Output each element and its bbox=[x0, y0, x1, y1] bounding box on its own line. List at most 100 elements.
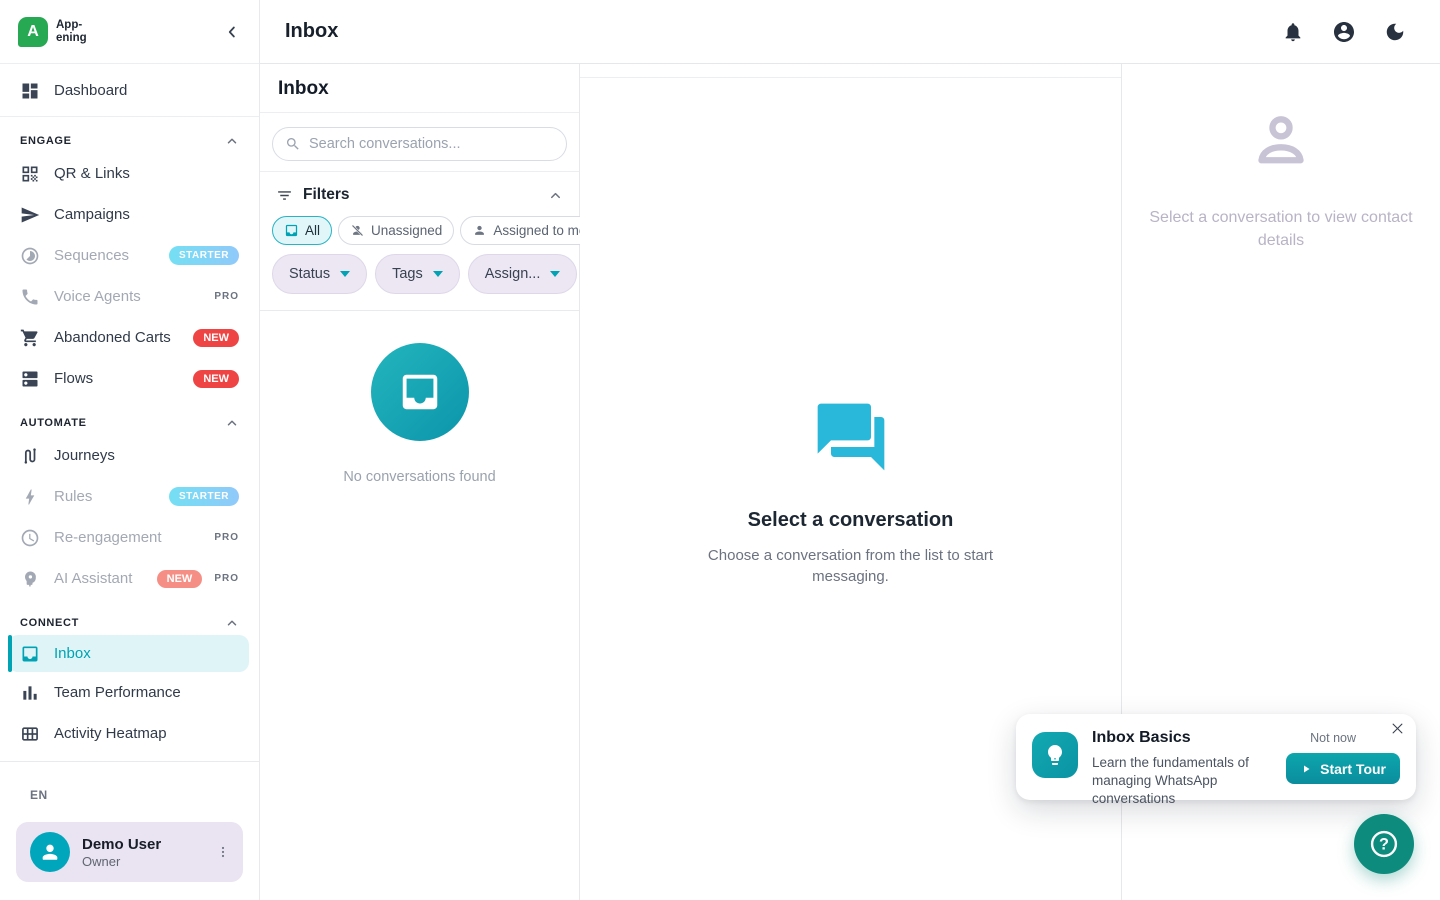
starter-badge: STARTER bbox=[169, 246, 239, 265]
notifications-button[interactable] bbox=[1282, 21, 1304, 43]
chevron-up-icon bbox=[225, 616, 239, 630]
sidebar-item-label: Sequences bbox=[54, 247, 129, 264]
tour-title: Inbox Basics bbox=[1092, 729, 1191, 747]
sidebar-item-campaigns[interactable]: Campaigns bbox=[0, 194, 259, 235]
cart-icon bbox=[20, 328, 40, 348]
topbar-actions bbox=[1282, 20, 1406, 44]
sidebar: A App- ening Dashboard ENGAGE QR & Links bbox=[0, 0, 260, 900]
sidebar-item-re-engagement[interactable]: Re-engagement PRO bbox=[0, 517, 259, 558]
flows-icon bbox=[20, 369, 40, 389]
caret-down-icon bbox=[433, 271, 443, 277]
sidebar-item-label: Activity Heatmap bbox=[54, 725, 167, 742]
no-conversations-text: No conversations found bbox=[343, 469, 495, 485]
filter-icon bbox=[276, 187, 293, 204]
user-name: Demo User bbox=[82, 836, 161, 853]
user-card[interactable]: Demo User Owner bbox=[16, 822, 243, 882]
new-badge: NEW bbox=[193, 329, 239, 347]
filter-chip-all[interactable]: All bbox=[272, 216, 332, 245]
brand-logo: A App- ening bbox=[18, 17, 87, 47]
inbox-icon bbox=[284, 223, 299, 238]
section-header-automate[interactable]: AUTOMATE bbox=[20, 416, 239, 430]
section-header-engage[interactable]: ENGAGE bbox=[20, 134, 239, 148]
conversation-list-title: Inbox bbox=[260, 64, 579, 113]
sidebar-header: A App- ening bbox=[0, 0, 259, 64]
assignee-filter-dropdown[interactable]: Assign... bbox=[468, 254, 578, 294]
svg-text:?: ? bbox=[1379, 836, 1389, 854]
sidebar-item-label: Voice Agents bbox=[54, 288, 141, 305]
clock-icon bbox=[20, 528, 40, 548]
help-button[interactable]: ? bbox=[1354, 814, 1414, 874]
sidebar-item-label: Dashboard bbox=[54, 82, 127, 99]
ai-assistant-icon bbox=[20, 569, 40, 589]
sidebar-item-journeys[interactable]: Journeys bbox=[0, 435, 259, 476]
filters-section: Filters All Unassigned Assigned to me St… bbox=[260, 172, 579, 311]
sidebar-item-label: Campaigns bbox=[54, 206, 130, 223]
chat-empty-subtitle: Choose a conversation from the list to s… bbox=[701, 545, 1001, 588]
filter-dropdowns: Status Tags Assign... bbox=[272, 254, 567, 294]
sidebar-item-ai-assistant[interactable]: AI Assistant NEW PRO bbox=[0, 558, 259, 599]
start-tour-button[interactable]: Start Tour bbox=[1286, 753, 1400, 784]
sidebar-item-label: Flows bbox=[54, 370, 93, 387]
filter-chip-assigned-to-me[interactable]: Assigned to me bbox=[460, 216, 598, 245]
kebab-menu-icon bbox=[215, 844, 231, 860]
dashboard-icon bbox=[20, 81, 40, 101]
language-selector[interactable]: EN bbox=[30, 788, 259, 802]
search-box bbox=[272, 127, 567, 161]
tour-dismiss-button[interactable]: Not now bbox=[1310, 731, 1356, 745]
filters-header[interactable]: Filters bbox=[272, 184, 567, 204]
bell-icon bbox=[1282, 21, 1304, 43]
search-icon bbox=[285, 136, 301, 152]
chevron-up-icon bbox=[225, 416, 239, 430]
sidebar-item-label: QR & Links bbox=[54, 165, 130, 182]
sidebar-item-qr-links[interactable]: QR & Links bbox=[0, 153, 259, 194]
contact-empty-text: Select a conversation to view contact de… bbox=[1131, 206, 1431, 252]
sidebar-item-rules[interactable]: Rules STARTER bbox=[0, 476, 259, 517]
inbox-empty-circle bbox=[371, 343, 469, 441]
journeys-icon bbox=[20, 446, 40, 466]
topbar: Inbox bbox=[260, 0, 1440, 64]
sidebar-item-flows[interactable]: Flows NEW bbox=[0, 358, 259, 399]
brand-name: App- ening bbox=[56, 19, 87, 44]
dark-mode-toggle[interactable] bbox=[1384, 21, 1406, 43]
person-icon bbox=[39, 841, 61, 863]
pro-tag: PRO bbox=[214, 573, 239, 584]
caret-down-icon bbox=[340, 271, 350, 277]
brand-logo-icon: A bbox=[18, 17, 48, 47]
phone-icon bbox=[20, 287, 40, 307]
forum-chat-icon bbox=[811, 397, 891, 477]
close-icon bbox=[1390, 721, 1405, 736]
chevron-left-icon bbox=[223, 23, 241, 41]
tour-close-button[interactable] bbox=[1390, 721, 1405, 736]
inbox-icon bbox=[397, 369, 443, 415]
account-button[interactable] bbox=[1332, 20, 1356, 44]
sidebar-item-team-performance[interactable]: Team Performance bbox=[0, 672, 259, 713]
sidebar-item-abandoned-carts[interactable]: Abandoned Carts NEW bbox=[0, 317, 259, 358]
search-input[interactable] bbox=[309, 136, 554, 152]
sidebar-collapse-button[interactable] bbox=[223, 23, 241, 41]
chat-empty-title: Select a conversation bbox=[748, 509, 954, 532]
sidebar-item-label: AI Assistant bbox=[54, 570, 132, 587]
filter-chip-unassigned[interactable]: Unassigned bbox=[338, 216, 454, 245]
user-menu-button[interactable] bbox=[215, 844, 231, 860]
tags-filter-dropdown[interactable]: Tags bbox=[375, 254, 460, 294]
filters-label: Filters bbox=[303, 186, 350, 204]
play-icon bbox=[1300, 763, 1312, 775]
sidebar-item-voice-agents[interactable]: Voice Agents PRO bbox=[0, 276, 259, 317]
lightbulb-badge bbox=[1032, 732, 1078, 778]
avatar bbox=[30, 832, 70, 872]
sidebar-item-inbox[interactable]: Inbox bbox=[8, 635, 249, 672]
pro-tag: PRO bbox=[214, 532, 239, 543]
moon-icon bbox=[1384, 21, 1406, 43]
starter-badge: STARTER bbox=[169, 487, 239, 506]
inbox-icon bbox=[20, 644, 40, 664]
page-title: Inbox bbox=[285, 20, 338, 43]
status-filter-dropdown[interactable]: Status bbox=[272, 254, 367, 294]
bolt-icon bbox=[20, 487, 40, 507]
sidebar-item-label: Journeys bbox=[54, 447, 115, 464]
sidebar-item-activity-heatmap[interactable]: Activity Heatmap bbox=[0, 713, 259, 754]
pro-tag: PRO bbox=[214, 291, 239, 302]
sidebar-item-dashboard[interactable]: Dashboard bbox=[0, 70, 259, 111]
caret-down-icon bbox=[550, 271, 560, 277]
section-header-connect[interactable]: CONNECT bbox=[20, 616, 239, 630]
sidebar-item-sequences[interactable]: Sequences STARTER bbox=[0, 235, 259, 276]
